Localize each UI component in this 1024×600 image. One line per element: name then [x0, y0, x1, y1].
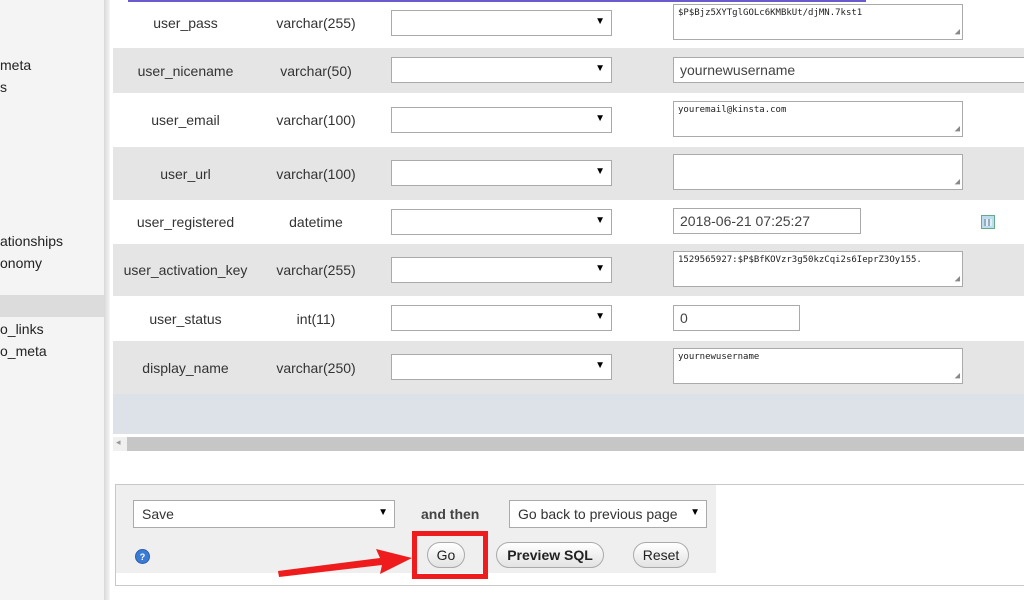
datetime-input[interactable]: 2018-06-21 07:25:27 [673, 208, 861, 234]
value-text: yournewusername [678, 352, 760, 362]
column-name: user_status [149, 310, 222, 327]
chevron-down-icon: ▼ [595, 263, 605, 274]
table-row: user_url varchar(100) ▼ ◢ [113, 147, 1024, 200]
after-insert-select[interactable]: Go back to previous page ▼ [509, 500, 707, 528]
table-row: display_name varchar(250) ▼ yournewusern… [113, 341, 1024, 394]
sidebar-table-meta[interactable]: meta [0, 57, 31, 73]
value-text: $P$Bjz5XYTglGOLc6KMBkUt/djMN.7kst1 [678, 8, 863, 18]
chevron-down-icon: ▼ [378, 507, 388, 518]
value-textarea[interactable]: yournewusername ◢ [673, 348, 963, 384]
sidebar-table-links[interactable]: o_links [0, 321, 44, 337]
resize-grip-icon[interactable]: ◢ [955, 371, 960, 382]
function-select[interactable]: ▼ [391, 107, 612, 133]
resize-grip-icon[interactable]: ◢ [955, 177, 960, 188]
action-select-value: Save [142, 506, 174, 522]
sidebar-active-item[interactable] [0, 295, 104, 317]
table-row: user_nicename varchar(50) ▼ yournewusern… [113, 48, 1024, 93]
chevron-down-icon: ▼ [595, 166, 605, 177]
function-select[interactable]: ▼ [391, 257, 612, 283]
chevron-down-icon: ▼ [595, 360, 605, 371]
reset-button[interactable]: Reset [633, 542, 689, 568]
table-row: user_registered datetime ▼ 2018-06-21 07… [113, 201, 1024, 243]
function-select[interactable]: ▼ [391, 57, 612, 83]
preview-sql-button[interactable]: Preview SQL [496, 542, 604, 568]
table-row: user_status int(11) ▼ 0 [113, 297, 1024, 340]
calendar-icon[interactable] [981, 215, 995, 229]
value-text: 1529565927:$P$BfKOVzr3g50kzCqi2s6IeprZ3O… [678, 255, 922, 265]
column-name: user_email [151, 112, 220, 128]
chevron-down-icon: ▼ [595, 311, 605, 322]
column-name: user_url [160, 165, 211, 182]
value-input[interactable]: yournewusername [673, 57, 1024, 83]
chevron-down-icon: ▼ [595, 16, 605, 27]
table-row: user_email varchar(100) ▼ youremail@kins… [113, 94, 1024, 146]
submit-panel: Save ▼ and then Go back to previous page… [115, 484, 1024, 586]
help-icon[interactable]: ? [135, 549, 150, 564]
column-name: user_registered [136, 214, 235, 230]
column-name: user_nicename [137, 62, 234, 79]
annotation-arrow-icon [278, 549, 412, 577]
scroll-left-icon[interactable]: ◂ [116, 437, 121, 448]
column-type: int(11) [296, 310, 336, 327]
chevron-down-icon: ▼ [595, 113, 605, 124]
column-name: user_activation_key [123, 262, 248, 278]
sidebar-table-relationships[interactable]: ationships [0, 233, 63, 249]
resize-grip-icon[interactable]: ◢ [955, 124, 960, 135]
insert-row-form: user_pass varchar(255) ▼ $P$Bjz5XYTglGOL… [110, 0, 1024, 600]
value-textarea[interactable]: ◢ [673, 154, 963, 190]
column-type: datetime [289, 214, 343, 230]
column-type: varchar(255) [276, 15, 356, 31]
column-type: varchar(100) [276, 112, 356, 128]
column-name: user_pass [153, 15, 218, 31]
value-textarea[interactable]: $P$Bjz5XYTglGOLc6KMBkUt/djMN.7kst1 ◢ [673, 4, 963, 40]
value-text: youremail@kinsta.com [678, 105, 787, 115]
resize-grip-icon[interactable]: ◢ [955, 27, 960, 38]
scrollbar-thumb[interactable] [127, 437, 1024, 451]
value-input[interactable]: 0 [673, 305, 800, 331]
value-textarea[interactable]: 1529565927:$P$BfKOVzr3g50kzCqi2s6IeprZ3O… [673, 251, 963, 287]
table-row: user_pass varchar(255) ▼ $P$Bjz5XYTglGOL… [113, 0, 1024, 46]
action-select[interactable]: Save ▼ [133, 500, 395, 528]
and-then-label: and then [421, 506, 480, 522]
function-select[interactable]: ▼ [391, 160, 612, 186]
sidebar-table-o-meta[interactable]: o_meta [0, 343, 47, 359]
value-textarea[interactable]: youremail@kinsta.com ◢ [673, 101, 963, 137]
highlight-box [412, 531, 488, 579]
sidebar-table-s[interactable]: s [0, 79, 7, 95]
after-insert-select-value: Go back to previous page [518, 506, 678, 522]
table-footer-bar [113, 394, 1024, 434]
chevron-down-icon: ▼ [595, 63, 605, 74]
column-type: varchar(255) [276, 262, 356, 278]
navigation-sidebar: meta s ationships onomy o_links o_meta [0, 0, 105, 600]
column-type: varchar(50) [280, 62, 352, 79]
column-name: display_name [142, 359, 229, 376]
function-select[interactable]: ▼ [391, 10, 612, 36]
horizontal-scrollbar[interactable]: ◂ [113, 437, 1024, 451]
sidebar-table-taxonomy[interactable]: onomy [0, 255, 42, 271]
resize-grip-icon[interactable]: ◢ [955, 274, 960, 285]
table-row: user_activation_key varchar(255) ▼ 15295… [113, 244, 1024, 296]
chevron-down-icon: ▼ [595, 215, 605, 226]
column-type: varchar(100) [276, 165, 356, 182]
function-select[interactable]: ▼ [391, 209, 612, 235]
chevron-down-icon: ▼ [690, 507, 700, 518]
function-select[interactable]: ▼ [391, 305, 612, 331]
function-select[interactable]: ▼ [391, 354, 612, 380]
column-type: varchar(250) [276, 359, 356, 376]
